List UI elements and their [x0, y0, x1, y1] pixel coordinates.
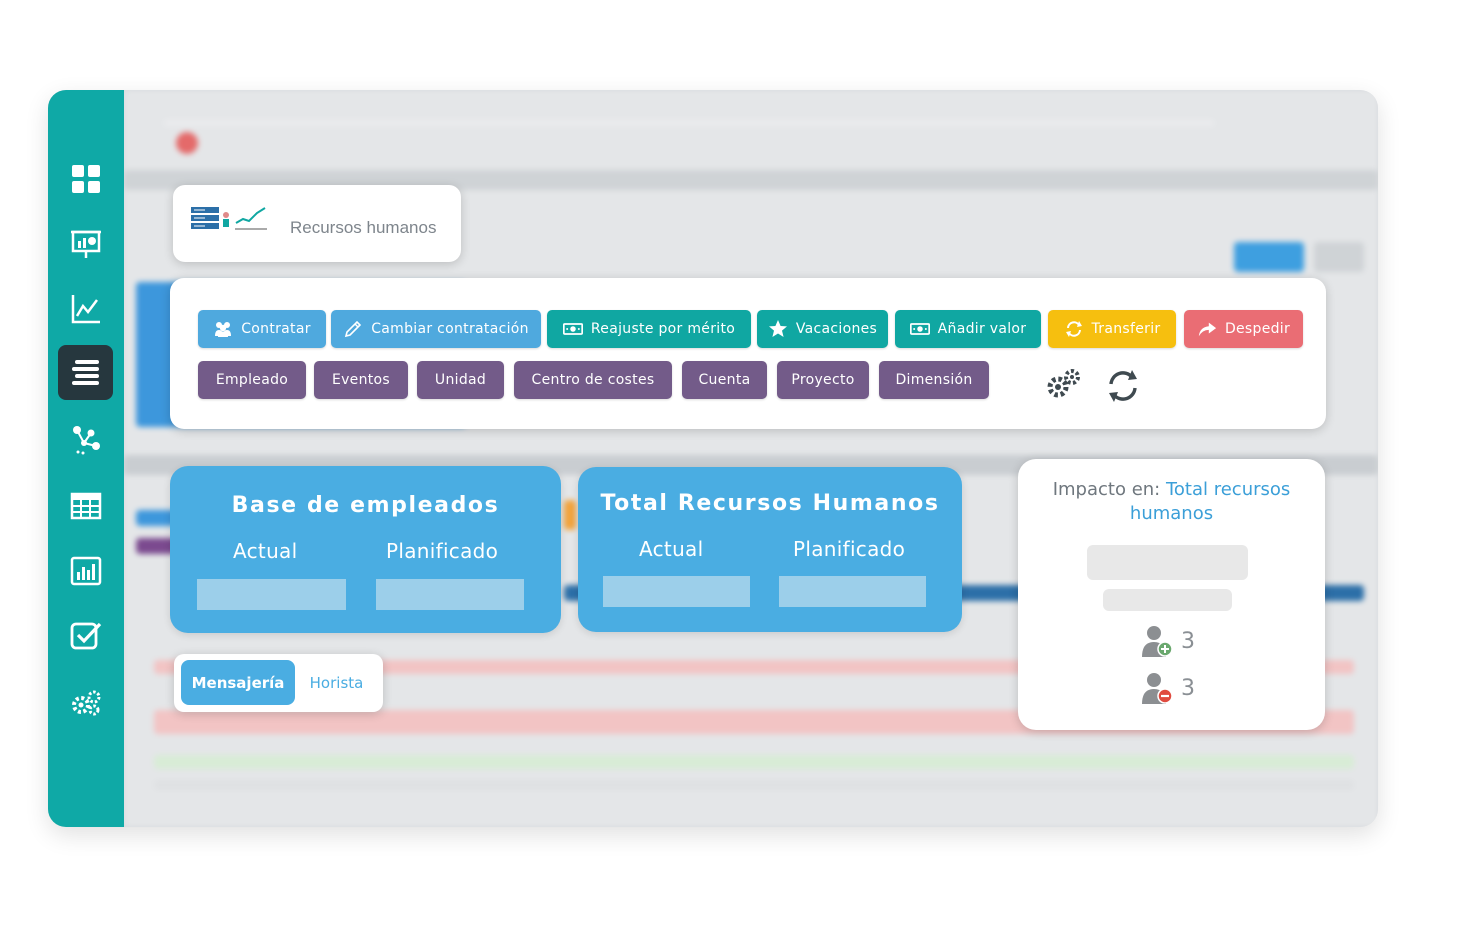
- removed-employees-row: 3: [1139, 670, 1195, 706]
- employee-button[interactable]: Empleado: [198, 361, 306, 399]
- total-hr-actual-label: Actual: [639, 537, 704, 561]
- tab-mensajeria[interactable]: Mensajería: [181, 660, 295, 705]
- change-hire-label: Cambiar contratación: [371, 321, 529, 337]
- employee-base-card: Base de empleados Actual Planificado: [170, 466, 561, 633]
- impact-label: Impacto en:: [1052, 479, 1166, 500]
- total-hr-title: Total Recursos Humanos: [600, 491, 940, 516]
- total-hr-planned-label: Planificado: [793, 537, 906, 561]
- events-label: Eventos: [331, 372, 391, 388]
- cost-center-button[interactable]: Centro de costes: [514, 361, 672, 399]
- total-hr-card: Total Recursos Humanos Actual Planificad…: [578, 467, 962, 632]
- account-button[interactable]: Cuenta: [682, 361, 767, 399]
- sidebar-item-table[interactable]: [58, 478, 113, 533]
- pencil-icon: [345, 320, 362, 338]
- dimension-button[interactable]: Dimensión: [879, 361, 989, 399]
- line-chart-icon: [71, 294, 100, 323]
- vacation-button[interactable]: Vacaciones: [757, 310, 888, 348]
- money-icon: [909, 323, 930, 335]
- account-label: Cuenta: [698, 372, 751, 388]
- impact-sub-placeholder: [1103, 589, 1232, 611]
- merit-raise-label: Reajuste por mérito: [590, 321, 736, 337]
- dimension-label: Dimensión: [895, 372, 973, 388]
- settings-gears-icon[interactable]: [1045, 364, 1085, 404]
- sidebar-item-tasks[interactable]: [58, 608, 113, 663]
- add-value-button[interactable]: Añadir valor: [895, 310, 1041, 348]
- impact-heading: Impacto en: Total recursos humanos: [1018, 478, 1325, 526]
- employee-base-title: Base de empleados: [231, 493, 500, 518]
- sidebar-item-dashboard[interactable]: [58, 151, 113, 206]
- removed-count: 3: [1181, 675, 1195, 701]
- dismiss-button[interactable]: Despedir: [1184, 310, 1303, 348]
- employee-base-actual-label: Actual: [233, 539, 298, 563]
- stage: Recursos humanos Contratar Cambiar contr…: [0, 0, 1461, 936]
- added-employees-row: 3: [1139, 623, 1195, 659]
- project-button[interactable]: Proyecto: [777, 361, 869, 399]
- sidebar-item-reports[interactable]: [58, 543, 113, 598]
- employee-label: Empleado: [215, 372, 289, 388]
- project-label: Proyecto: [791, 372, 855, 388]
- impact-card: Impacto en: Total recursos humanos 3 3: [1018, 459, 1325, 730]
- tab-horista[interactable]: Horista: [299, 660, 374, 705]
- total-hr-actual-value: [603, 576, 750, 607]
- vacation-label: Vacaciones: [795, 321, 878, 337]
- checklist-icon: [70, 622, 101, 649]
- employee-base-planned-label: Planificado: [386, 539, 499, 563]
- transfer-icon: [1065, 321, 1082, 337]
- money-icon: [562, 323, 583, 335]
- sidebar-item-settings[interactable]: [58, 675, 113, 730]
- actions-toolbar: Contratar Cambiar contratación Reajuste …: [170, 278, 1326, 429]
- add-value-label: Añadir valor: [937, 321, 1027, 337]
- events-button[interactable]: Eventos: [314, 361, 408, 399]
- total-hr-planned-value: [779, 576, 926, 607]
- employee-type-tabs: Mensajería Horista: [174, 654, 383, 712]
- impact-value-placeholder: [1087, 545, 1248, 580]
- unit-label: Unidad: [434, 372, 487, 388]
- presentation-chart-icon: [70, 230, 101, 258]
- bar-report-icon: [70, 556, 101, 585]
- sidebar: [48, 90, 124, 827]
- add-user-icon: [1142, 626, 1173, 657]
- star-icon: [768, 320, 787, 337]
- cost-center-label: Centro de costes: [531, 372, 655, 388]
- workflow-nodes-icon: [72, 425, 100, 454]
- employee-base-actual-value: [197, 579, 346, 610]
- hr-logo-icon: [191, 207, 267, 230]
- employee-base-planned-value: [376, 579, 524, 610]
- sidebar-item-presentation[interactable]: [58, 216, 113, 271]
- settings-gears-icon: [71, 690, 100, 715]
- people-icon: [215, 322, 232, 337]
- change-hire-button[interactable]: Cambiar contratación: [331, 310, 541, 348]
- transfer-button[interactable]: Transferir: [1048, 310, 1176, 348]
- unit-button[interactable]: Unidad: [417, 361, 504, 399]
- remove-user-icon: [1142, 673, 1173, 704]
- stacked-layers-icon: [71, 359, 99, 385]
- dashboard-grid-icon: [71, 164, 100, 193]
- added-count: 3: [1181, 628, 1195, 654]
- sidebar-item-layers[interactable]: [58, 345, 113, 400]
- module-header: Recursos humanos: [173, 185, 461, 262]
- share-arrow-icon: [1198, 322, 1217, 337]
- refresh-icon[interactable]: [1103, 366, 1143, 406]
- transfer-label: Transferir: [1091, 321, 1161, 337]
- dismiss-label: Despedir: [1224, 321, 1291, 337]
- merit-raise-button[interactable]: Reajuste por mérito: [547, 310, 751, 348]
- hire-label: Contratar: [241, 321, 311, 337]
- sidebar-item-analytics[interactable]: [58, 281, 113, 336]
- hire-button[interactable]: Contratar: [198, 310, 326, 348]
- sidebar-item-workflow[interactable]: [58, 412, 113, 467]
- table-grid-icon: [70, 492, 101, 519]
- page-title: Recursos humanos: [290, 218, 437, 237]
